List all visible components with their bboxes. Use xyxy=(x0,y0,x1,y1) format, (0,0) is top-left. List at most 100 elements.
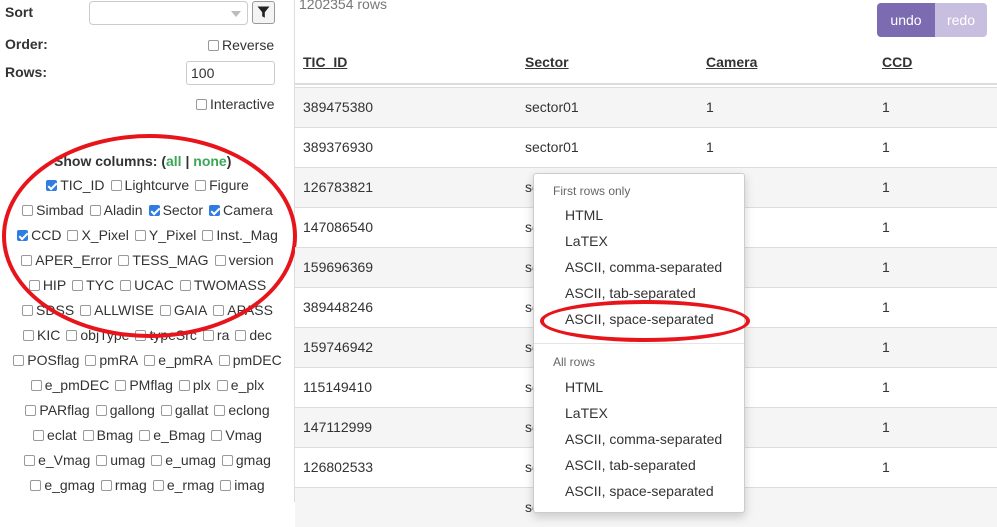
all-ascii-tab-item[interactable]: ASCII, tab-separated xyxy=(565,457,696,473)
column-checkbox-box[interactable] xyxy=(118,254,130,266)
column-checkbox[interactable]: ra xyxy=(202,327,229,343)
column-checkbox-box[interactable] xyxy=(214,254,226,266)
column-checkbox-box[interactable] xyxy=(66,329,78,341)
column-checkbox[interactable]: version xyxy=(214,252,274,268)
column-checkbox-box[interactable] xyxy=(235,329,247,341)
column-checkbox[interactable]: X_Pixel xyxy=(67,227,129,243)
column-checkbox-box[interactable] xyxy=(135,329,147,341)
reverse-checkbox[interactable]: Reverse xyxy=(208,37,274,53)
reverse-checkbox-box[interactable] xyxy=(208,39,219,51)
column-checkbox-box[interactable] xyxy=(211,429,223,441)
column-checkbox-box[interactable] xyxy=(30,379,42,391)
column-checkbox-box[interactable] xyxy=(46,179,58,191)
rows-input[interactable] xyxy=(186,61,275,85)
column-checkbox[interactable]: plx xyxy=(178,377,211,393)
filter-button[interactable] xyxy=(252,1,275,24)
column-checkbox-box[interactable] xyxy=(213,304,225,316)
column-checkbox[interactable]: ALLWISE xyxy=(80,302,154,318)
all-latex-item[interactable]: LaTEX xyxy=(565,405,608,421)
column-checkbox-box[interactable] xyxy=(22,204,34,216)
interactive-checkbox-box[interactable] xyxy=(196,98,207,110)
column-checkbox[interactable]: PARflag xyxy=(25,402,90,418)
column-checkbox[interactable]: eclat xyxy=(33,427,77,443)
column-checkbox-box[interactable] xyxy=(85,354,97,366)
interactive-checkbox[interactable]: Interactive xyxy=(196,96,275,112)
column-checkbox[interactable]: TWOMASS xyxy=(179,277,266,293)
column-checkbox-box[interactable] xyxy=(33,429,45,441)
column-checkbox-box[interactable] xyxy=(202,329,214,341)
column-checkbox-box[interactable] xyxy=(220,479,232,491)
column-checkbox[interactable]: umag xyxy=(96,452,145,468)
column-checkbox-box[interactable] xyxy=(221,454,233,466)
column-checkbox[interactable]: imag xyxy=(220,477,265,493)
column-checkbox-box[interactable] xyxy=(21,254,33,266)
column-checkbox[interactable]: Figure xyxy=(195,177,249,193)
column-checkbox-box[interactable] xyxy=(95,404,107,416)
column-checkbox-box[interactable] xyxy=(80,304,92,316)
column-checkbox-box[interactable] xyxy=(139,429,151,441)
column-checkbox[interactable]: APASS xyxy=(213,302,273,318)
column-checkbox[interactable]: UCAC xyxy=(120,277,174,293)
first-latex-item[interactable]: LaTEX xyxy=(565,233,608,249)
column-checkbox-box[interactable] xyxy=(110,179,122,191)
column-checkbox-box[interactable] xyxy=(22,304,34,316)
column-checkbox-box[interactable] xyxy=(148,204,160,216)
column-checkbox[interactable]: gallat xyxy=(160,402,208,418)
column-checkbox-box[interactable] xyxy=(17,229,29,241)
first-ascii-comma-item[interactable]: ASCII, comma-separated xyxy=(565,259,722,275)
column-checkbox-box[interactable] xyxy=(23,329,35,341)
column-checkbox[interactable]: POSflag xyxy=(13,352,79,368)
column-checkbox[interactable]: GAIA xyxy=(159,302,207,318)
show-none-link[interactable]: none xyxy=(193,153,226,169)
column-checkbox-box[interactable] xyxy=(209,204,221,216)
column-checkbox[interactable]: APER_Error xyxy=(21,252,112,268)
column-checkbox-box[interactable] xyxy=(120,279,132,291)
column-checkbox-box[interactable] xyxy=(82,429,94,441)
column-checkbox[interactable]: Vmag xyxy=(211,427,262,443)
column-checkbox-box[interactable] xyxy=(216,379,228,391)
column-checkbox[interactable]: Inst._Mag xyxy=(202,227,278,243)
column-checkbox[interactable]: TIC_ID xyxy=(46,177,105,193)
column-checkbox[interactable]: rmag xyxy=(100,477,147,493)
header-camera[interactable]: Camera xyxy=(706,54,757,70)
column-checkbox-box[interactable] xyxy=(13,354,25,366)
column-checkbox[interactable]: Bmag xyxy=(82,427,133,443)
column-checkbox[interactable]: e_Bmag xyxy=(139,427,205,443)
column-checkbox[interactable]: gallong xyxy=(95,402,155,418)
column-checkbox-box[interactable] xyxy=(72,279,84,291)
column-checkbox[interactable]: Aladin xyxy=(89,202,143,218)
column-checkbox[interactable]: PMflag xyxy=(115,377,173,393)
all-ascii-comma-item[interactable]: ASCII, comma-separated xyxy=(565,431,722,447)
column-checkbox[interactable]: HIP xyxy=(28,277,66,293)
column-checkbox[interactable]: Lightcurve xyxy=(110,177,189,193)
column-checkbox[interactable]: CCD xyxy=(17,227,61,243)
column-checkbox[interactable]: pmDEC xyxy=(218,352,282,368)
undo-button[interactable]: undo xyxy=(877,3,935,37)
column-checkbox[interactable]: Y_Pixel xyxy=(134,227,196,243)
header-tic-id[interactable]: TIC_ID xyxy=(303,54,347,70)
column-checkbox-box[interactable] xyxy=(89,204,101,216)
column-checkbox-box[interactable] xyxy=(159,304,171,316)
column-checkbox-box[interactable] xyxy=(28,279,40,291)
sort-select[interactable] xyxy=(89,1,248,25)
column-checkbox[interactable]: dec xyxy=(235,327,272,343)
column-checkbox-box[interactable] xyxy=(24,454,36,466)
column-checkbox[interactable]: Simbad xyxy=(22,202,84,218)
column-checkbox[interactable]: e_rmag xyxy=(152,477,214,493)
column-checkbox-box[interactable] xyxy=(144,354,156,366)
column-checkbox[interactable]: objType xyxy=(66,327,129,343)
column-checkbox[interactable]: Camera xyxy=(209,202,273,218)
header-sector[interactable]: Sector xyxy=(525,54,569,70)
column-checkbox-box[interactable] xyxy=(30,479,42,491)
redo-button[interactable]: redo xyxy=(935,3,987,37)
column-checkbox-box[interactable] xyxy=(218,354,230,366)
column-checkbox-box[interactable] xyxy=(134,229,146,241)
column-checkbox[interactable]: typeSrc xyxy=(135,327,197,343)
column-checkbox[interactable]: pmRA xyxy=(85,352,138,368)
column-checkbox-box[interactable] xyxy=(100,479,112,491)
all-ascii-space-item[interactable]: ASCII, space-separated xyxy=(565,483,714,499)
first-ascii-space-item[interactable]: ASCII, space-separated xyxy=(565,311,714,327)
column-checkbox[interactable]: e_pmDEC xyxy=(30,377,109,393)
column-checkbox[interactable]: gmag xyxy=(221,452,271,468)
column-checkbox[interactable]: Sector xyxy=(148,202,203,218)
